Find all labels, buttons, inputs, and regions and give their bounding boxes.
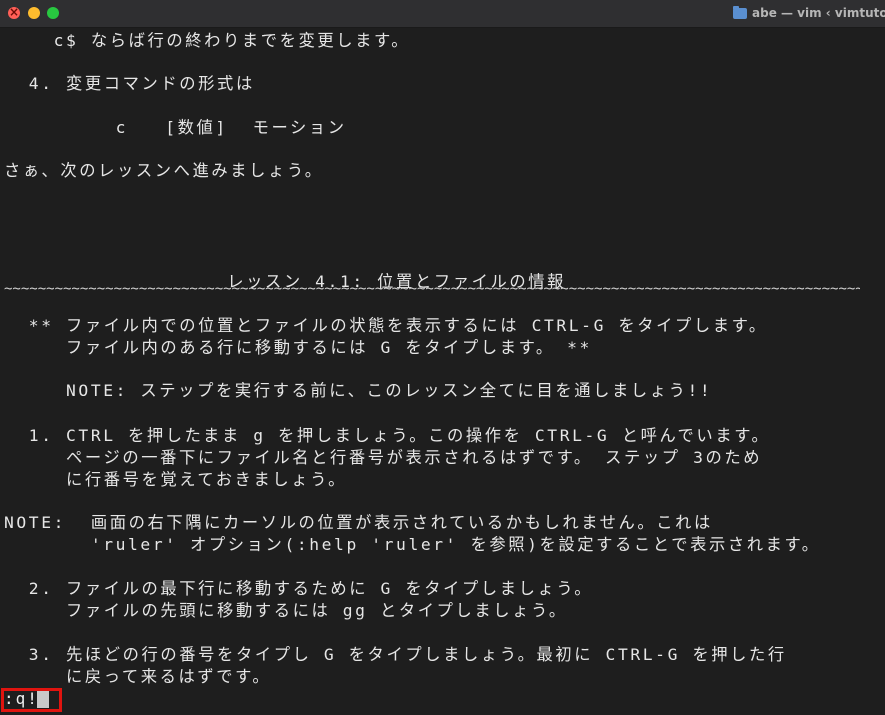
- text-line: ** ファイル内での位置とファイルの状態を表示するには CTRL-G をタイプし…: [4, 316, 768, 335]
- text-line: ファイルの先頭に移動するには gg とタイプしましょう。: [4, 601, 568, 620]
- text-line: 2. ファイルの最下行に移動するために G をタイプしましょう。: [4, 579, 594, 598]
- lesson-heading: レッスン 4.1: 位置とファイルの情報: [4, 272, 566, 291]
- text-line: さぁ、次のレッスンへ進みましょう。: [4, 161, 324, 180]
- command-highlight-box: [1, 688, 62, 712]
- folder-icon: [733, 6, 747, 19]
- text-line: 3. 先ほどの行の番号をタイプし G をタイプしましょう。最初に CTRL-G …: [4, 645, 787, 664]
- text-line: 1. CTRL を押したまま g を押しましょう。この操作を CTRL-G と呼…: [4, 426, 771, 445]
- text-line: に行番号を覚えておきましょう。: [4, 470, 347, 489]
- close-window-button[interactable]: [8, 4, 20, 20]
- window-title: abe — vim ‹ vimtutor: [752, 6, 885, 20]
- maximize-window-button[interactable]: [47, 7, 59, 19]
- text-line: c$ ならば行の終わりまでを変更します。: [4, 31, 411, 50]
- text-line: に戻って来るはずです。: [4, 667, 272, 686]
- text-line: 4. 変更コマンドの形式は: [4, 74, 255, 93]
- terminal-viewport[interactable]: c$ ならば行の終わりまでを変更します。 4. 変更コマンドの形式は c [数値…: [0, 29, 885, 715]
- text-line: c [数値] モーション: [4, 118, 347, 137]
- note-line: 'ruler' オプション(:help 'ruler' を参照)を設定することで…: [4, 535, 821, 554]
- title-bar: abe — vim ‹ vimtutor: [0, 0, 885, 28]
- minimize-window-button[interactable]: [28, 7, 40, 19]
- text-line: ファイル内のある行に移動するには G をタイプします。 **: [4, 338, 592, 357]
- note-line: NOTE: ステップを実行する前に、このレッスン全てに目を通しましょう!!: [4, 381, 713, 400]
- note-line: NOTE: 画面の右下隅にカーソルの位置が表示されているかもしれません。これは: [4, 513, 713, 532]
- text-line: ページの一番下にファイル名と行番号が表示されるはずです。 ステップ 3のため: [4, 448, 763, 467]
